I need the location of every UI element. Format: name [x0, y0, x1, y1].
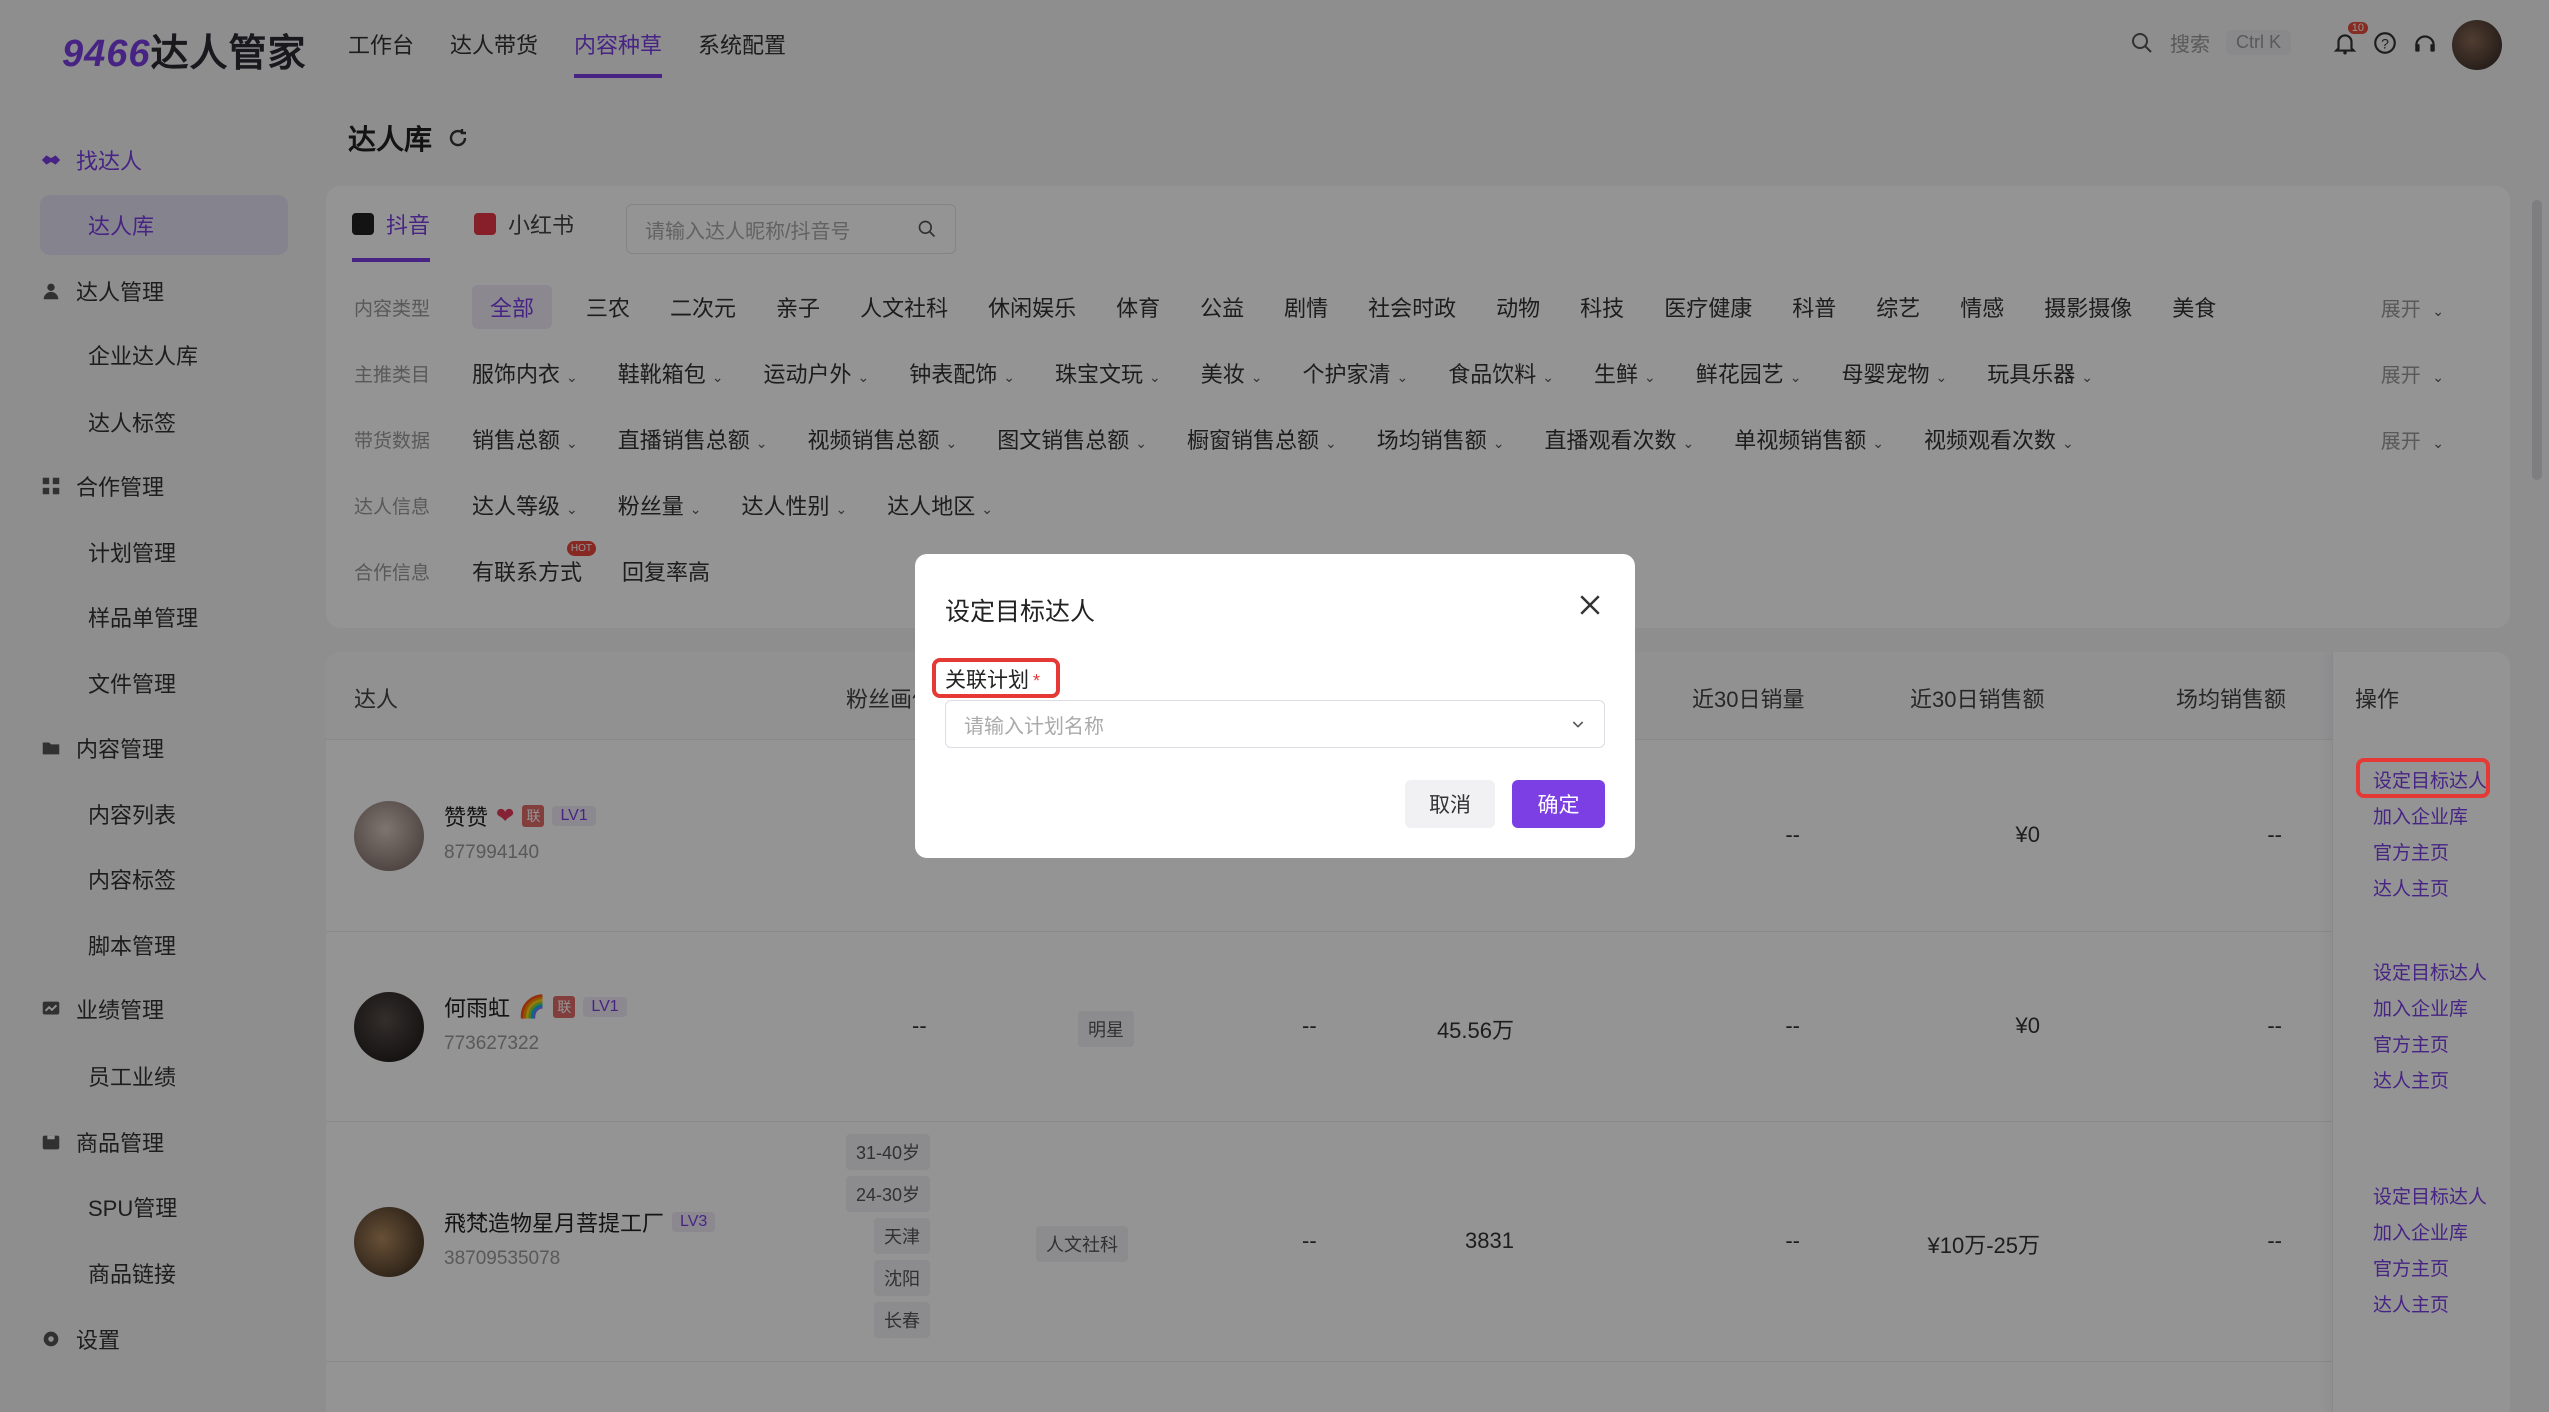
confirm-button[interactable]: 确定 — [1512, 780, 1605, 828]
modal-title: 设定目标达人 — [945, 598, 1096, 626]
highlight-plan-label — [932, 658, 1060, 698]
close-icon[interactable] — [1575, 590, 1605, 620]
highlight-set-target — [2356, 758, 2490, 798]
cancel-button[interactable]: 取消 — [1405, 780, 1495, 828]
plan-select[interactable]: 请输入计划名称 — [945, 700, 1605, 748]
set-target-modal: 设定目标达人 关联计划 * 请输入计划名称 取消 确定 — [915, 554, 1635, 858]
chevron-down-icon — [1572, 721, 1584, 728]
